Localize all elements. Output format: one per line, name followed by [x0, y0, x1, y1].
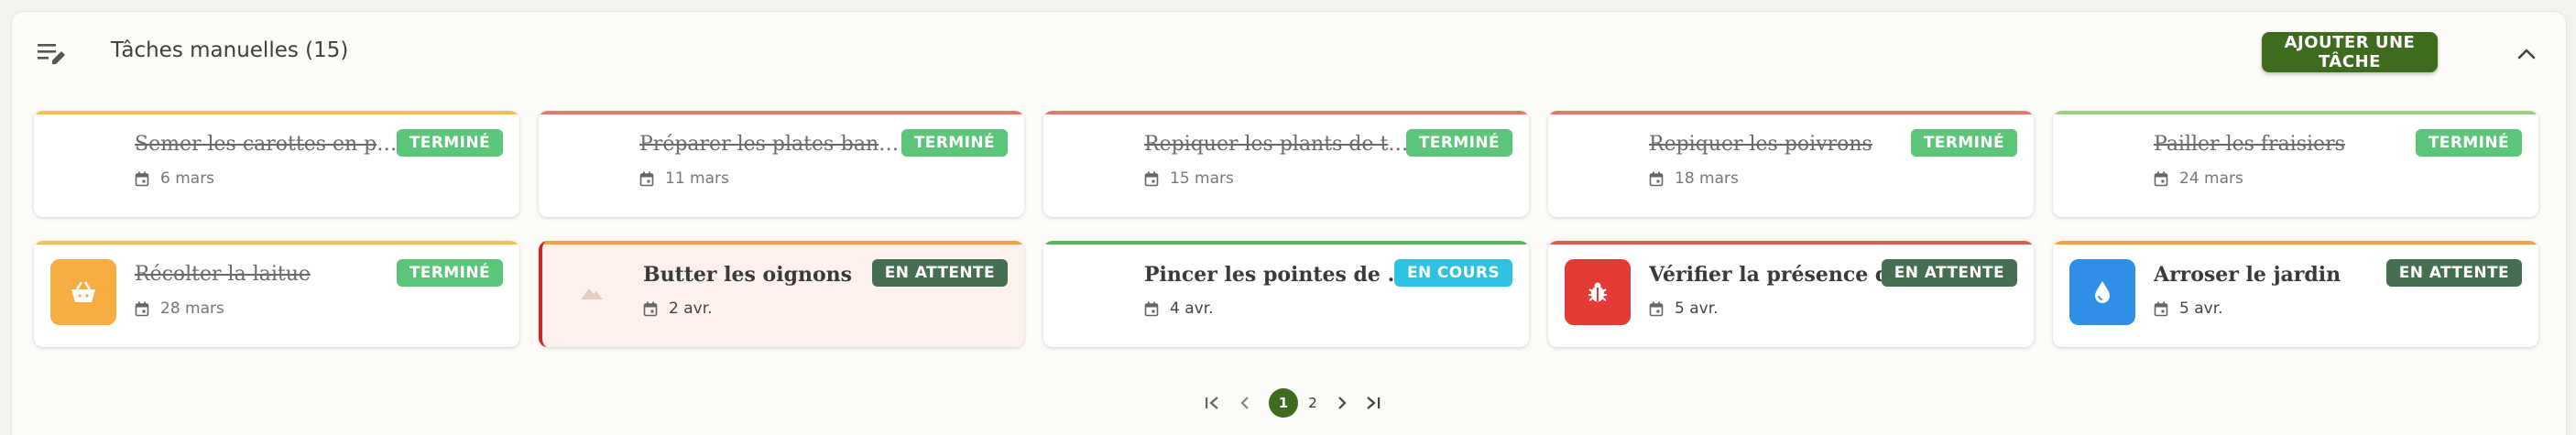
mountain-icon	[559, 259, 625, 325]
status-badge: TERMINÉ	[396, 129, 503, 157]
status-badge: EN COURS	[1393, 259, 1512, 287]
first-page-icon[interactable]	[1201, 387, 1223, 419]
add-task-button[interactable]: AJOUTER UNE TÂCHE	[2262, 32, 2438, 72]
chevron-up-icon[interactable]	[2515, 45, 2538, 63]
task-priority-bar	[1043, 111, 1529, 114]
pagination: 1 2	[12, 387, 2566, 424]
calendar-icon	[1144, 171, 1159, 186]
status-badge: TERMINÉ	[901, 129, 1008, 157]
manual-tasks-panel: Tâches manuelles (15) AJOUTER UNE TÂCHE …	[11, 11, 2567, 435]
task-date: 28 mars	[135, 299, 224, 318]
task-card[interactable]: Arroser le jardin 5 avr. EN ATTENTE	[2053, 241, 2538, 347]
task-date-label: 18 mars	[1675, 169, 1739, 188]
task-name: Récolter la laitue	[135, 263, 311, 286]
task-date-label: 24 mars	[2179, 169, 2243, 188]
calendar-icon	[1649, 171, 1664, 186]
task-name: Semer les carottes en plein champ	[135, 133, 400, 156]
task-date: 11 mars	[639, 169, 729, 188]
page-title: Tâches manuelles (15)	[111, 38, 349, 62]
bug-icon	[1565, 259, 1631, 325]
calendar-icon	[643, 301, 658, 316]
task-date-label: 2 avr.	[669, 299, 713, 318]
task-name: Pincer les pointes de basilic	[1144, 263, 1410, 287]
task-card[interactable]: Récolter la laitue 28 mars TERMINÉ	[34, 241, 519, 347]
status-badge: TERMINÉ	[1910, 129, 2017, 157]
water-drop-icon	[2069, 259, 2135, 325]
status-badge: TERMINÉ	[2415, 129, 2522, 157]
task-priority-bar	[1548, 241, 2034, 245]
task-priority-bar	[34, 111, 519, 114]
task-priority-bar	[1548, 111, 2034, 114]
task-card[interactable]: Repiquer les poivrons 18 mars TERMINÉ	[1548, 111, 2034, 217]
task-priority-bar	[34, 241, 519, 245]
status-badge: TERMINÉ	[1405, 129, 1512, 157]
task-date: 18 mars	[1649, 169, 1739, 188]
basket-icon	[50, 259, 116, 325]
calendar-icon	[135, 171, 149, 186]
task-date: 24 mars	[2154, 169, 2243, 188]
page-1-button[interactable]: 1	[1269, 388, 1298, 418]
task-date: 2 avr.	[643, 299, 713, 318]
task-card[interactable]: Semer les carottes en plein champ 6 mars T…	[34, 111, 519, 217]
task-date-label: 11 mars	[665, 169, 729, 188]
task-name: Repiquer les plants de tomates	[1144, 133, 1410, 156]
task-priority-bar	[2053, 111, 2538, 114]
task-date-label: 5 avr.	[2179, 299, 2223, 318]
task-date-label: 28 mars	[160, 299, 224, 318]
task-date: 6 mars	[135, 169, 214, 188]
calendar-icon	[135, 301, 149, 316]
last-page-icon[interactable]	[1362, 387, 1384, 419]
task-name: Butter les oignons	[643, 263, 853, 287]
calendar-icon	[639, 171, 654, 186]
task-card[interactable]: Repiquer les plants de tomates 15 mars TER…	[1043, 111, 1529, 217]
task-name: Pailler les fraisiers	[2154, 133, 2345, 156]
task-date: 4 avr.	[1144, 299, 1214, 318]
task-date-label: 4 avr.	[1170, 299, 1214, 318]
task-priority-bar	[539, 111, 1024, 114]
next-page-icon[interactable]	[1333, 387, 1351, 419]
task-priority-bar	[542, 241, 1024, 245]
task-name: Repiquer les poivrons	[1649, 133, 1872, 156]
task-priority-bar	[1043, 241, 1529, 245]
task-card[interactable]: Pailler les fraisiers 24 mars TERMINÉ	[2053, 111, 2538, 217]
status-badge: TERMINÉ	[396, 259, 503, 287]
panel-header: Tâches manuelles (15) AJOUTER UNE TÂCHE	[12, 12, 2566, 91]
task-date: 5 avr.	[1649, 299, 1719, 318]
task-name: Préparer les plates-bandes	[639, 133, 905, 156]
prev-page-icon[interactable]	[1236, 387, 1254, 419]
task-date-label: 15 mars	[1170, 169, 1234, 188]
task-card[interactable]: Butter les oignons 2 avr. EN ATTENTE	[539, 241, 1024, 347]
task-date-label: 6 mars	[160, 169, 215, 188]
calendar-icon	[2154, 171, 2168, 186]
page-2-button[interactable]: 2	[1304, 387, 1322, 419]
calendar-icon	[1649, 301, 1664, 316]
task-card[interactable]: Préparer les plates-bandes 11 mars TERMINÉ	[539, 111, 1024, 217]
task-date: 5 avr.	[2154, 299, 2223, 318]
calendar-icon	[1144, 301, 1159, 316]
task-name: Vérifier la présence de pucerons	[1649, 263, 1915, 287]
task-card[interactable]: Pincer les pointes de basilic 4 avr. EN CO…	[1043, 241, 1529, 347]
task-name: Arroser le jardin	[2154, 263, 2341, 287]
list-edit-icon	[38, 44, 65, 64]
calendar-icon	[2154, 301, 2168, 316]
task-date: 15 mars	[1144, 169, 1234, 188]
status-badge: EN ATTENTE	[2385, 259, 2522, 287]
status-badge: EN ATTENTE	[871, 259, 1008, 287]
status-badge: EN ATTENTE	[1881, 259, 2017, 287]
task-card[interactable]: Vérifier la présence de pucerons 5 avr. EN…	[1548, 241, 2034, 347]
task-priority-bar	[2053, 241, 2538, 245]
task-date-label: 5 avr.	[1675, 299, 1719, 318]
